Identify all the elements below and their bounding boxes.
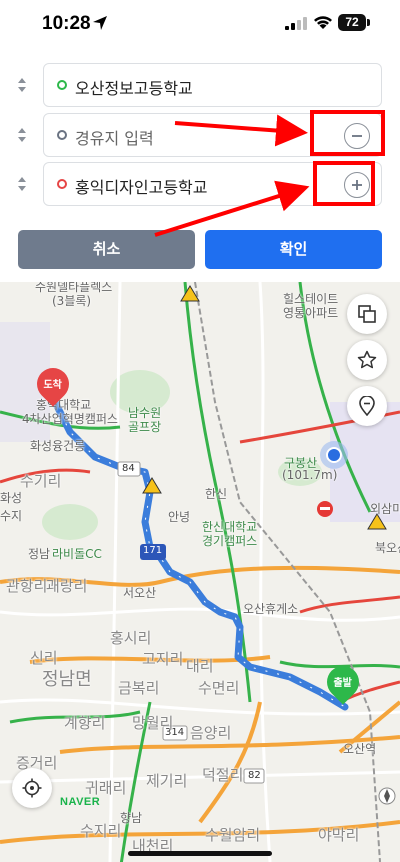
- map-label: 수월암리: [205, 826, 261, 844]
- map-label: 골프장: [128, 420, 162, 434]
- map-label: 수면리: [198, 679, 240, 697]
- map-label: 수기리: [20, 472, 62, 490]
- map-label: 향남: [120, 811, 143, 825]
- map-label: 관항리: [6, 577, 48, 595]
- map-label: 귀래리: [85, 779, 127, 797]
- home-indicator: [128, 851, 272, 856]
- map-label: 안녕: [168, 510, 191, 524]
- map-label: 덕절리: [202, 766, 244, 784]
- road-171-label: 171: [143, 545, 163, 556]
- map-label: 라비돌CC: [52, 547, 102, 561]
- road-82-label: 82: [248, 770, 261, 781]
- map-label: 망월리: [132, 714, 174, 732]
- place-button[interactable]: [347, 386, 387, 426]
- favorites-button[interactable]: [347, 340, 387, 380]
- map-label: 대리: [186, 657, 214, 675]
- map-label: 화성: [0, 491, 23, 505]
- map-label: 정남면: [42, 669, 92, 690]
- map-label: 외삼미: [370, 502, 400, 516]
- map-label: 금복리: [118, 679, 160, 697]
- compass-icon[interactable]: [378, 787, 396, 805]
- map-label: 수지: [0, 509, 23, 523]
- map-label: 4차산업혁명캠퍼스: [22, 412, 118, 426]
- map-label: 야막리: [318, 826, 360, 844]
- layers-button[interactable]: [347, 294, 387, 334]
- map-label: (101.7m): [282, 468, 338, 482]
- map-label: 북오산: [375, 541, 400, 555]
- map-label: 오산휴게소: [243, 602, 299, 616]
- map-label: 수지리: [80, 822, 122, 840]
- current-location-button[interactable]: [12, 768, 52, 808]
- layers-icon: [358, 305, 376, 323]
- map-label: 고지리: [142, 650, 184, 668]
- map-label: 홍시리: [110, 629, 152, 647]
- map-label: 계향리: [64, 714, 106, 732]
- naver-logo: NAVER: [60, 796, 101, 808]
- map-label: 화성융건릉: [30, 439, 86, 453]
- star-icon: [357, 350, 377, 369]
- map-label: 경기캠퍼스: [202, 534, 258, 548]
- road-84-label: 84: [122, 463, 135, 474]
- map-label: 괘랑리: [46, 577, 88, 595]
- destination-pin-label: 도착: [43, 380, 62, 392]
- crosshair-icon: [22, 778, 42, 798]
- map-pin-icon: [359, 396, 375, 416]
- annotation-arrows: [154, 114, 310, 237]
- map-label: 영통아파트: [283, 306, 339, 320]
- map-label: 제기리: [146, 772, 188, 790]
- origin-pin-label: 출발: [333, 678, 352, 690]
- map-label: 정남: [28, 547, 51, 561]
- map-label: 음양리: [190, 724, 232, 742]
- map-view[interactable]: 84 171 314 82 수원델타플렉스 (3블록) 힐스테이트 영통아파트 …: [0, 282, 400, 862]
- map-label: 오산역: [343, 742, 377, 756]
- map-label: 한신: [205, 487, 228, 501]
- map-label: 서오산: [123, 586, 157, 600]
